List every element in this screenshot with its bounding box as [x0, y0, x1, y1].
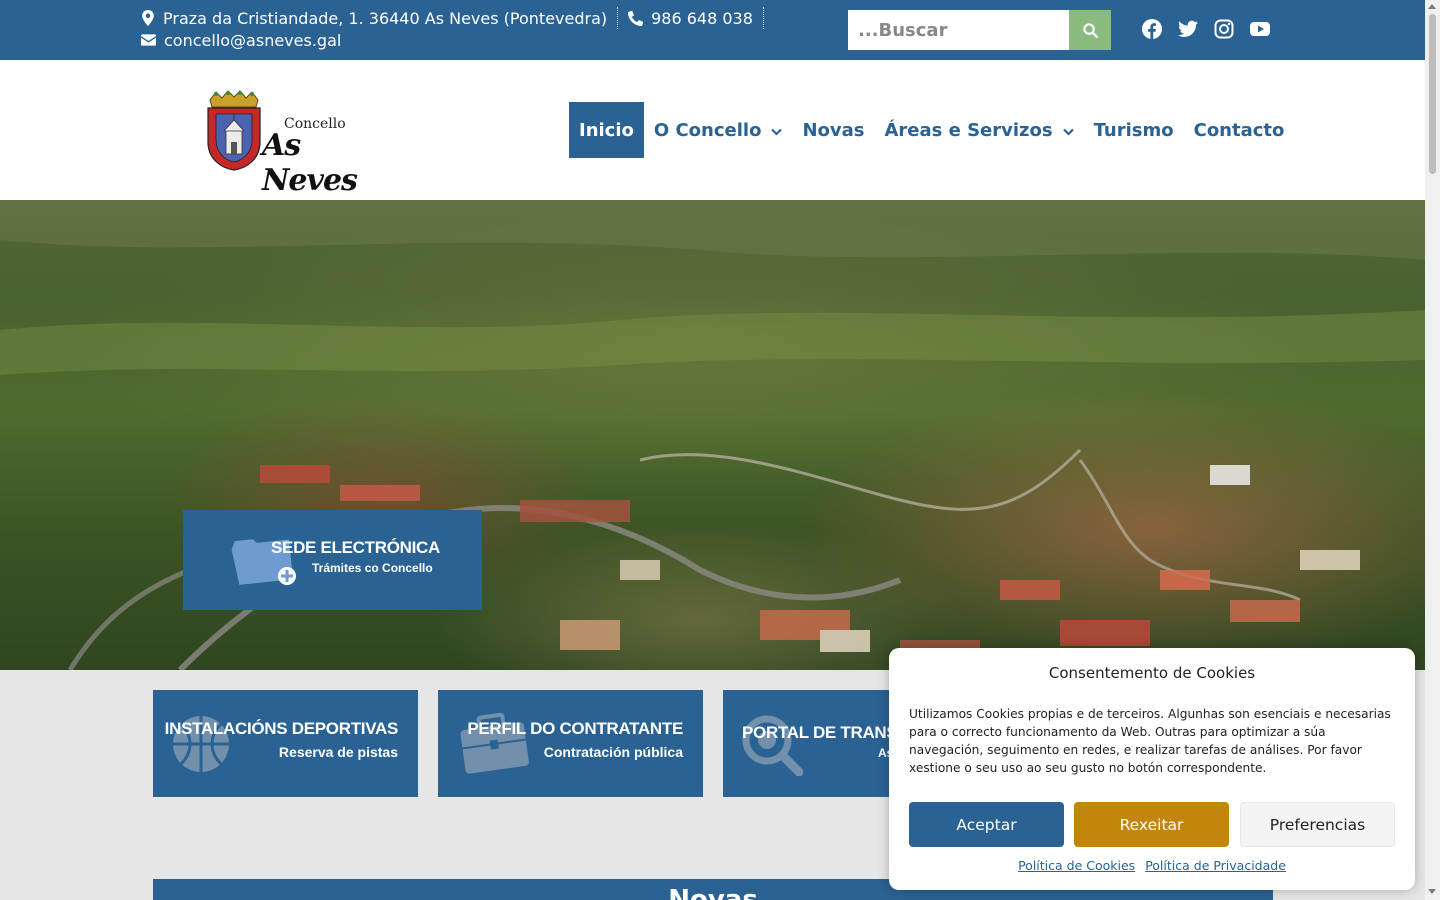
sede-subtitle: Trámites co Concello	[312, 561, 433, 575]
cookie-policy-links: Política de Cookies Política de Privacid…	[889, 858, 1415, 873]
cookie-description: Utilizamos Cookies propias e de terceiro…	[909, 707, 1391, 775]
nav-item-o-concello[interactable]: O Concello	[644, 102, 793, 158]
logo-title: As Neves	[262, 128, 358, 198]
scrollbar-thumb[interactable]	[1429, 14, 1436, 174]
nav-item-contacto[interactable]: Contacto	[1184, 102, 1295, 158]
main-nav: Inicio O Concello Novas Áreas e Servizos Tur…	[569, 102, 1294, 158]
nav-item-turismo[interactable]: Turismo	[1084, 102, 1184, 158]
nav-item-label: Turismo	[1093, 119, 1174, 141]
facebook-icon[interactable]	[1142, 19, 1162, 39]
contact-info: Praza da Cristiandade, 1. 36440 As Neves…	[141, 7, 774, 51]
site-header: Concello As Neves Inicio O Concello Novas Á…	[0, 60, 1425, 200]
youtube-icon[interactable]	[1250, 19, 1270, 39]
social-links	[1142, 19, 1270, 39]
nav-item-label: Novas	[802, 119, 865, 141]
contractor-profile-card[interactable]: PERFIL DO CONTRATANTE Contratación públi…	[438, 690, 703, 797]
search-input[interactable]	[848, 10, 1069, 50]
scroll-up-arrow-icon[interactable]	[1428, 4, 1436, 9]
search-button[interactable]	[1069, 10, 1111, 50]
card-subtitle: Contratación pública	[543, 744, 683, 760]
card-title: INSTALACIÓNS DEPORTIVAS	[164, 719, 399, 738]
site-logo[interactable]: Concello As Neves	[204, 90, 374, 198]
nav-item-áreas-e-servizos[interactable]: Áreas e Servizos	[874, 102, 1083, 158]
coat-of-arms-icon	[207, 90, 261, 171]
sports-facilities-card[interactable]: INSTALACIÓNS DEPORTIVAS Reserva de pista…	[153, 690, 418, 797]
nav-item-novas[interactable]: Novas	[792, 102, 874, 158]
reject-cookies-button[interactable]: Rexeitar	[1074, 802, 1229, 847]
nav-item-label: O Concello	[653, 119, 762, 141]
chevron-down-icon	[1062, 120, 1074, 141]
cookie-preferences-button[interactable]: Preferencias	[1240, 802, 1395, 847]
page-scrollbar[interactable]	[1425, 0, 1440, 900]
top-bar: Praza da Cristiandade, 1. 36440 As Neves…	[0, 0, 1425, 60]
address-text: Praza da Cristiandade, 1. 36440 As Neves…	[163, 8, 608, 28]
phone-icon	[628, 10, 644, 26]
hero-banner: SEDE ELECTRÓNICA Trámites co Concello	[0, 200, 1425, 670]
phone-link[interactable]: 986 648 038	[651, 9, 753, 28]
search-icon	[1082, 22, 1098, 38]
privacy-policy-link[interactable]: Política de Privacidade	[1145, 858, 1286, 873]
search-form	[848, 10, 1111, 50]
service-cards: INSTALACIÓNS DEPORTIVAS Reserva de pista…	[153, 690, 988, 797]
chevron-down-icon	[771, 120, 783, 141]
cookie-consent-dialog: Consentemento de Cookies Utilizamos Cook…	[889, 648, 1415, 890]
email-link[interactable]: concello@asneves.gal	[164, 31, 341, 50]
nav-item-label: Inicio	[579, 119, 634, 141]
location-pin-icon	[141, 10, 155, 26]
divider	[617, 7, 619, 29]
instagram-icon[interactable]	[1214, 19, 1234, 39]
card-subtitle: Reserva de pistas	[278, 744, 398, 760]
card-title: PORTAL DE TRANS	[742, 723, 898, 742]
card-title: PERFIL DO CONTRATANTE	[467, 719, 683, 738]
nav-item-label: Áreas e Servizos	[884, 119, 1053, 141]
envelope-icon	[141, 34, 156, 46]
accept-cookies-button[interactable]: Aceptar	[909, 802, 1064, 847]
cookie-title: Consentemento de Cookies	[1048, 664, 1256, 682]
twitter-icon[interactable]	[1178, 19, 1198, 39]
nav-item-label: Contacto	[1193, 119, 1285, 141]
scroll-down-arrow-icon[interactable]	[1428, 889, 1436, 894]
cookie-policy-link[interactable]: Política de Cookies	[1018, 858, 1135, 873]
electronic-office-button[interactable]: SEDE ELECTRÓNICA Trámites co Concello	[183, 510, 482, 610]
nav-item-inicio[interactable]: Inicio	[569, 102, 644, 158]
divider	[762, 7, 764, 29]
sede-title: SEDE ELECTRÓNICA	[271, 538, 440, 557]
